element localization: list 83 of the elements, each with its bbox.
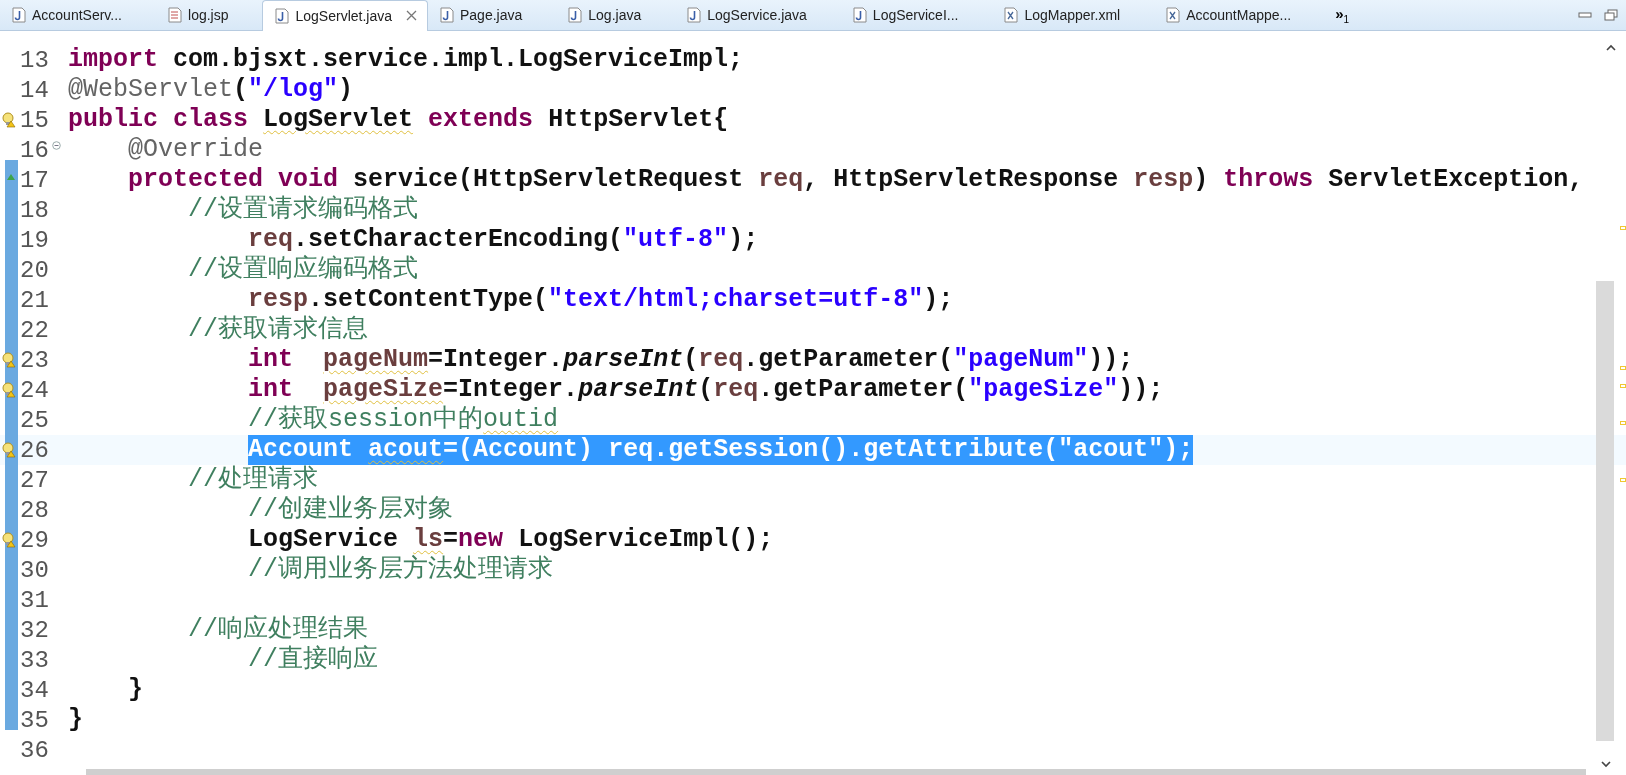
warning-bulb-icon[interactable] [2,352,16,368]
line-number: 16 [20,136,49,164]
java-file-icon [12,7,26,23]
code-line: import com.bjsxt.service.impl.LogServiceImpl; [68,45,744,75]
code-line: int pageNum=Integer.parseInt(req.getParameter("pageNum")); [247,345,1134,375]
warning-bulb-icon[interactable] [2,112,16,128]
editor-tab[interactable]: LogServiceI... [840,0,993,31]
code-line: req.setCharacterEncoding("utf-8"); [247,225,759,255]
java-file-icon [852,7,867,23]
line-number: 31 [20,586,49,614]
line-number: 22 [20,316,49,344]
line-number: 30 [20,556,49,584]
warning-bulb-icon[interactable] [2,442,16,458]
line-number: 15 [20,106,49,134]
code-line: //创建业务层对象 [247,495,454,525]
line-number: 17 [20,166,49,194]
horizontal-scrollbar[interactable] [86,769,1586,775]
java-file-icon [568,7,583,23]
line-number: 35 [20,706,49,734]
editor-tab[interactable]: AccountServ... [0,0,156,31]
xml-file-icon [1004,7,1019,23]
xml-file-icon [1166,7,1181,23]
line-number: 33 [20,646,49,674]
warning-bulb-icon[interactable] [2,382,16,398]
code-line: //响应处理结果 [187,615,369,645]
code-line: } [127,675,144,705]
line-number: 32 [20,616,49,644]
code-line: } [68,705,83,735]
editor-tab[interactable]: LogService.java [675,0,841,31]
code-line: //调用业务层方法处理请求 [247,555,554,585]
line-number: 19 [20,226,49,254]
overview-warning-marker[interactable] [1620,384,1626,388]
code-line: @Override [127,135,264,165]
warning-bulb-icon[interactable] [2,532,16,548]
more-tabs-button[interactable]: »$_{1}$ [1335,5,1350,25]
java-file-icon [275,7,290,24]
line-number: 34 [20,676,49,704]
line-number: 18 [20,196,49,224]
code-line: //设置响应编码格式 [187,255,419,285]
scroll-up-icon[interactable] [1605,43,1617,51]
line-number: 25 [20,406,49,434]
document-icon [168,7,182,23]
line-number: 28 [20,496,49,524]
line-number: 26 [20,436,49,464]
editor-tab[interactable]: Page.java [428,0,557,31]
editor-tab[interactable]: log.jsp [156,0,263,31]
code-line: @WebServlet("/log") [68,75,354,105]
line-number: 24 [20,376,49,404]
editor-tab[interactable]: LogServlet.java [262,0,428,31]
code-line: public class LogServlet extends HttpServlet{ [68,105,729,135]
java-file-icon [440,7,454,23]
line-number: 27 [20,466,49,494]
vertical-scrollbar[interactable] [1596,281,1614,741]
scroll-down-icon[interactable] [1600,761,1612,769]
line-number: 36 [20,736,49,764]
java-file-icon [687,7,702,23]
overview-warning-marker[interactable] [1620,421,1626,425]
code-line: //直接响应 [247,645,379,675]
overview-warning-marker[interactable] [1620,366,1626,370]
code-line: //获取session中的outid [247,405,559,435]
overview-warning-marker[interactable] [1620,478,1626,482]
line-number: 23 [20,346,49,374]
minimize-icon[interactable] [1578,10,1592,20]
code-line: int pageSize=Integer.parseInt(req.getParameter("pageSize")); [247,375,1164,405]
code-line: //处理请求 [187,465,319,495]
code-line: //获取请求信息 [187,315,369,345]
code-line: LogService ls=new LogServiceImpl(); [247,525,774,555]
code-line: //设置请求编码格式 [187,195,419,225]
fold-icon[interactable] [52,141,61,150]
editor-tab[interactable]: Log.java [556,0,676,31]
editor-tab[interactable]: LogMapper.xml [992,0,1155,31]
code-line: resp.setContentType("text/html;charset=utf-8"); [247,285,954,315]
line-number: 20 [20,256,49,284]
editor-tab[interactable]: AccountMappe... [1154,0,1326,31]
code-line: protected void service(HttpServletRequest req, HttpServletResponse resp) throws ServletException, [127,165,1584,195]
line-number: 14 [20,76,49,104]
line-number: 21 [20,286,49,314]
close-icon[interactable] [406,10,417,21]
overview-warning-marker[interactable] [1620,226,1626,230]
line-number: 13 [20,46,49,74]
override-triangle-icon [6,173,16,181]
restore-icon[interactable] [1604,9,1618,21]
line-number: 29 [20,526,49,554]
